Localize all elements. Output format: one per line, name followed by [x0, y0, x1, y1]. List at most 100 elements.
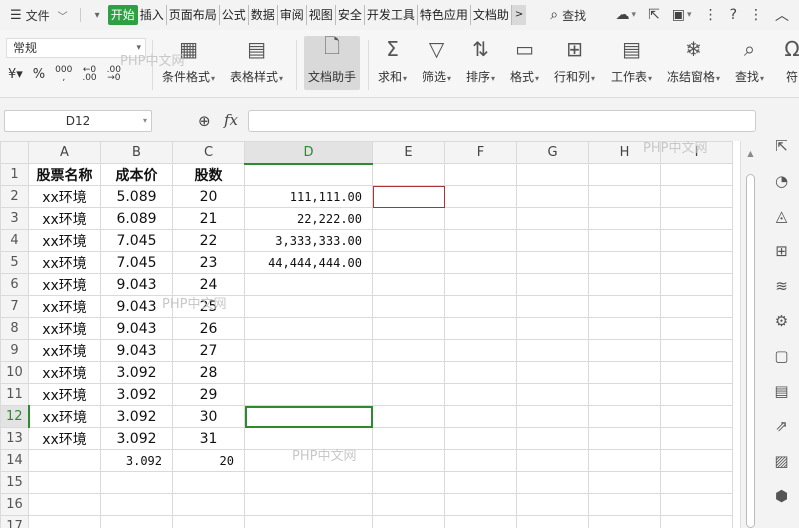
cell-empty[interactable] [660, 317, 733, 340]
tab-view[interactable]: 视图 [307, 5, 336, 25]
cell-c[interactable] [172, 493, 245, 516]
row-header[interactable]: 5 [0, 251, 29, 274]
cell-c[interactable]: 股数 [172, 163, 245, 186]
cloud-dropdown-icon[interactable]: ▾ [632, 10, 637, 20]
cell-e[interactable] [372, 493, 445, 516]
row-header[interactable]: 16 [0, 493, 29, 516]
cell-empty[interactable] [444, 405, 517, 428]
quick-access-dropdown-icon[interactable]: ▾ [87, 10, 108, 21]
table-style-button[interactable]: ▤ 表格样式▾ [230, 36, 283, 85]
cell-c[interactable]: 30 [172, 405, 245, 428]
settings-icon[interactable]: ⚙ [764, 303, 799, 338]
cell-e[interactable] [372, 361, 445, 384]
cell-e[interactable] [372, 163, 445, 186]
cell-b[interactable]: 5.089 [100, 185, 173, 208]
cell-e[interactable] [372, 427, 445, 450]
sum-button[interactable]: Σ 求和▾ [378, 36, 407, 85]
cell-c[interactable]: 28 [172, 361, 245, 384]
fx-icon[interactable]: fx [224, 111, 238, 129]
cell-c[interactable]: 21 [172, 207, 245, 230]
cell-empty[interactable] [444, 317, 517, 340]
cell-d[interactable] [244, 273, 373, 296]
row-header[interactable]: 11 [0, 383, 29, 406]
cell-c[interactable]: 22 [172, 229, 245, 252]
row-header[interactable]: 8 [0, 317, 29, 340]
cell-a[interactable]: xx环境 [28, 427, 101, 450]
cell-empty[interactable] [516, 163, 589, 186]
cell-empty[interactable] [588, 339, 661, 362]
cell-empty[interactable] [516, 317, 589, 340]
sort-button[interactable]: ⇅ 排序▾ [466, 36, 495, 85]
cell-a[interactable]: xx环境 [28, 207, 101, 230]
select-all-corner[interactable] [0, 141, 29, 164]
cell-e[interactable] [372, 383, 445, 406]
formula-input[interactable] [248, 110, 756, 132]
row-header[interactable]: 9 [0, 339, 29, 362]
cell-a[interactable] [28, 449, 101, 472]
freeze-panes-button[interactable]: ❄ 冻结窗格▾ [667, 36, 720, 85]
cell-b[interactable]: 3.092 [100, 427, 173, 450]
cell-c[interactable]: 20 [172, 185, 245, 208]
column-header-g[interactable]: G [516, 141, 589, 164]
cell-empty[interactable] [444, 339, 517, 362]
cell-b[interactable]: 3.092 [100, 361, 173, 384]
cell-e[interactable] [372, 339, 445, 362]
cell-a[interactable]: xx环境 [28, 295, 101, 318]
row-header[interactable]: 15 [0, 471, 29, 494]
cell-empty[interactable] [444, 229, 517, 252]
cell-empty[interactable] [444, 471, 517, 494]
cell-b[interactable]: 9.043 [100, 317, 173, 340]
doc-assistant-button[interactable]: 🗋 文档助手 [304, 34, 361, 90]
find-button[interactable]: ⌕ 查找▾ [735, 36, 764, 85]
cell-empty[interactable] [444, 185, 517, 208]
row-header[interactable]: 10 [0, 361, 29, 384]
cell-a[interactable] [28, 515, 101, 528]
row-header[interactable]: 1 [0, 163, 29, 186]
row-header[interactable]: 17 [0, 515, 29, 528]
column-header-b[interactable]: B [100, 141, 173, 164]
cell-empty[interactable] [516, 185, 589, 208]
cell-empty[interactable] [660, 449, 733, 472]
cell-a[interactable]: xx环境 [28, 229, 101, 252]
cell-e[interactable] [372, 449, 445, 472]
percent-icon[interactable]: % [33, 67, 45, 82]
cell-empty[interactable] [444, 273, 517, 296]
cell-d[interactable] [244, 295, 373, 318]
cell-b[interactable]: 6.089 [100, 207, 173, 230]
share-out-icon[interactable]: ⇗ [764, 408, 799, 443]
cell-e[interactable] [372, 207, 445, 230]
row-header[interactable]: 12 [0, 405, 30, 428]
cell-empty[interactable] [516, 383, 589, 406]
cell-b[interactable]: 7.045 [100, 251, 173, 274]
tab-review[interactable]: 审阅 [278, 5, 307, 25]
cell-empty[interactable] [660, 427, 733, 450]
decrease-decimal-icon[interactable]: .00 →0 [107, 66, 121, 83]
cell-d[interactable]: 44,444,444.00 [244, 251, 373, 274]
cell-empty[interactable] [516, 251, 589, 274]
cell-b[interactable]: 3.092 [100, 383, 173, 406]
cell-e[interactable] [372, 317, 445, 340]
cell-empty[interactable] [516, 229, 589, 252]
cell-empty[interactable] [516, 493, 589, 516]
help-icon[interactable]: ? [730, 7, 737, 23]
cell-a[interactable]: xx环境 [28, 339, 101, 362]
row-header[interactable]: 3 [0, 207, 29, 230]
name-box[interactable]: D12 ▾ [4, 110, 152, 132]
cell-empty[interactable] [516, 273, 589, 296]
cell-empty[interactable] [660, 229, 733, 252]
cell-e[interactable] [372, 229, 445, 252]
vertical-scrollbar[interactable]: ▲ [740, 141, 760, 528]
shield-icon[interactable]: ⬢ [764, 478, 799, 513]
cell-b[interactable] [100, 515, 173, 528]
tab-security[interactable]: 安全 [336, 5, 365, 25]
cell-c[interactable] [172, 471, 245, 494]
cell-a[interactable]: xx环境 [28, 251, 101, 274]
cell-e[interactable] [372, 471, 445, 494]
cell-a[interactable]: xx环境 [28, 273, 101, 296]
column-header-d[interactable]: D [244, 141, 373, 165]
cell-c[interactable]: 31 [172, 427, 245, 450]
cell-empty[interactable] [516, 515, 589, 528]
tab-insert[interactable]: 插入 [138, 5, 167, 25]
cell-empty[interactable] [444, 163, 517, 186]
cell-d[interactable] [244, 163, 373, 186]
